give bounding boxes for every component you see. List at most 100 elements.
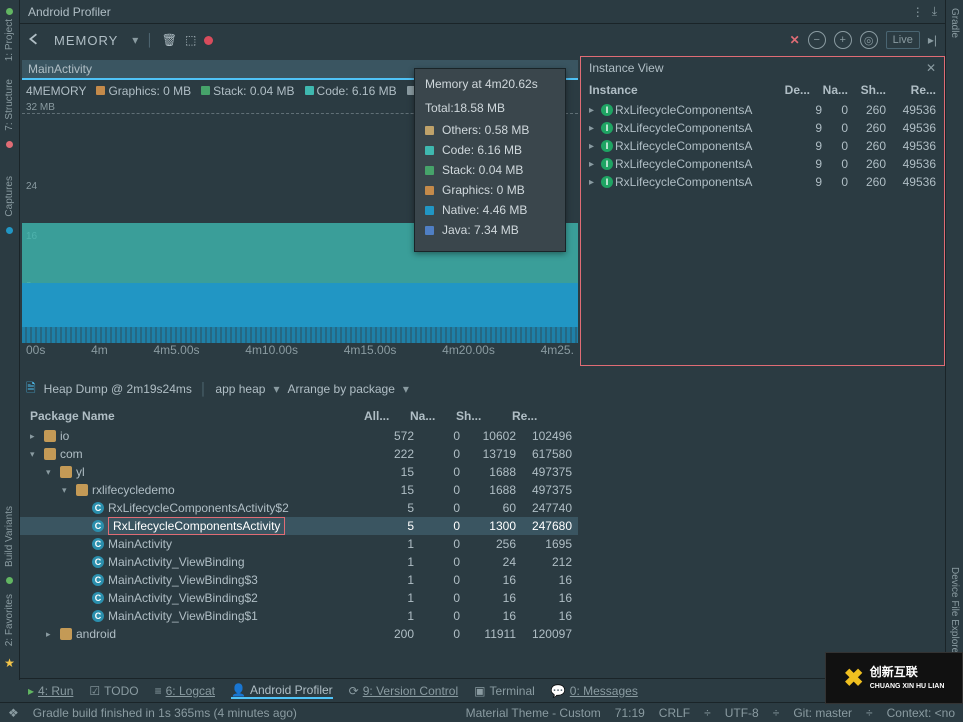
status-crlf[interactable]: CRLF: [659, 706, 690, 720]
tooltip-total: Total:18.58 MB: [425, 101, 555, 115]
status-theme[interactable]: Material Theme - Custom: [466, 706, 601, 720]
structure-tab[interactable]: 7: Structure: [4, 79, 15, 131]
status-encoding[interactable]: UTF-8: [725, 706, 759, 720]
heap-selector[interactable]: app heap: [215, 382, 265, 396]
zoom-out-button[interactable]: −: [808, 31, 826, 49]
file-icon: 🗎: [26, 379, 36, 400]
instance-row[interactable]: ▸IRxLifecycleComponentsA9026049536: [581, 137, 944, 155]
tooltip-row: Java: 7.34 MB: [425, 223, 555, 237]
build-variants-tab[interactable]: Build Variants: [4, 506, 15, 567]
package-icon: [44, 448, 56, 460]
bottom-tabs: ▸4: Run ☑TODO ≡6: Logcat 👤Android Profil…: [20, 678, 945, 702]
class-icon: C: [92, 538, 104, 550]
instance-row[interactable]: ▸IRxLifecycleComponentsA9026049536: [581, 173, 944, 191]
memory-label[interactable]: MEMORY: [48, 33, 124, 48]
chevron-down-icon[interactable]: ▾: [132, 33, 138, 47]
heap-row[interactable]: CMainActivity_ViewBinding1024212: [20, 553, 578, 571]
heap-row[interactable]: ▸android200011911120097: [20, 625, 578, 643]
instance-view-panel: Instance View ✕ Instance De... Na... Sh.…: [580, 56, 945, 366]
package-icon: [76, 484, 88, 496]
tab-todo[interactable]: ☑TODO: [89, 684, 138, 698]
legend-graphics: Graphics: 0 MB: [108, 84, 191, 98]
memory-tooltip: Memory at 4m20.62s Total:18.58 MB Others…: [414, 68, 566, 252]
heap-row[interactable]: ▾yl1501688497375: [20, 463, 578, 481]
sidebar-right: Gradle Device File Explorer: [945, 0, 963, 722]
tooltip-row: Native: 4.46 MB: [425, 203, 555, 217]
profiler-toolbar: MEMORY ▾ │ 🗑 ⬚ ✕ − + ◎ Live ▸|: [20, 24, 945, 56]
project-icon: [6, 8, 13, 15]
class-icon: C: [92, 610, 104, 622]
package-icon: [60, 466, 72, 478]
more-icon[interactable]: ⋮: [912, 5, 924, 19]
heap-row[interactable]: CMainActivity_ViewBinding$1101616: [20, 607, 578, 625]
window-header: Android Profiler ⋮ ⤓: [20, 0, 945, 24]
status-context[interactable]: Context: <no: [887, 706, 955, 720]
tooltip-row: Code: 6.16 MB: [425, 143, 555, 157]
instance-header: Instance De... Na... Sh... Re...: [581, 79, 944, 101]
back-button[interactable]: [28, 33, 40, 48]
instance-row[interactable]: ▸IRxLifecycleComponentsA9026049536: [581, 155, 944, 173]
close-icon[interactable]: ✕: [926, 61, 936, 75]
trash-icon[interactable]: 🗑: [162, 33, 177, 47]
heap-row[interactable]: ▸io572010602102496: [20, 427, 578, 445]
instance-row[interactable]: ▸IRxLifecycleComponentsA9026049536: [581, 119, 944, 137]
structure-icon: [6, 141, 13, 148]
go-live-button[interactable]: ▸|: [928, 33, 937, 47]
tab-run[interactable]: ▸4: Run: [28, 684, 73, 698]
logo-icon: ✖: [844, 664, 864, 693]
reset-zoom-button[interactable]: ◎: [860, 31, 878, 49]
legend-code: Code: 6.16 MB: [317, 84, 397, 98]
tab-messages[interactable]: 💬0: Messages: [551, 684, 638, 698]
export-icon[interactable]: ⬚: [185, 33, 196, 47]
captures-tab[interactable]: Captures: [4, 176, 15, 217]
tooltip-row: Stack: 0.04 MB: [425, 163, 555, 177]
tab-terminal[interactable]: ▣Terminal: [474, 684, 535, 698]
download-icon[interactable]: ⤓: [932, 4, 937, 19]
sidebar-left: 1: Project 7: Structure Captures Build V…: [0, 0, 20, 680]
tab-logcat[interactable]: ≡6: Logcat: [155, 684, 215, 698]
heap-row[interactable]: CMainActivity_ViewBinding$3101616: [20, 571, 578, 589]
class-icon: C: [92, 520, 104, 532]
status-git[interactable]: Git: master: [793, 706, 852, 720]
class-icon: C: [92, 556, 104, 568]
chevron-down-icon[interactable]: ▾: [273, 382, 279, 396]
status-position[interactable]: 71:19: [615, 706, 645, 720]
live-toggle[interactable]: Live: [886, 31, 920, 49]
x-axis: 00s4m4m5.00s4m10.00s4m15.00s4m20.00s4m25…: [22, 343, 578, 357]
zoom-in-button[interactable]: +: [834, 31, 852, 49]
device-explorer-tab[interactable]: Device File Explorer: [949, 567, 960, 656]
tooltip-row: Graphics: 0 MB: [425, 183, 555, 197]
watermark-logo: ✖ 创新互联CHUANG XIN HU LIAN: [825, 652, 963, 704]
legend-total: 4MEMORY: [26, 84, 86, 98]
project-tab[interactable]: 1: Project: [4, 19, 15, 61]
tab-vcs[interactable]: ⟳9: Version Control: [349, 684, 458, 698]
chevron-down-icon[interactable]: ▾: [403, 382, 409, 396]
layers-icon[interactable]: ❖: [8, 706, 19, 720]
captures-icon: [6, 227, 13, 234]
status-message: Gradle build finished in 1s 365ms (4 min…: [33, 706, 297, 720]
build-icon: [6, 577, 13, 584]
arrange-selector[interactable]: Arrange by package: [288, 382, 395, 396]
heap-row[interactable]: ▾com222013719617580: [20, 445, 578, 463]
package-icon: [60, 628, 72, 640]
instance-row[interactable]: ▸IRxLifecycleComponentsA9026049536: [581, 101, 944, 119]
heap-row[interactable]: CMainActivity_ViewBinding$2101616: [20, 589, 578, 607]
heap-row[interactable]: CMainActivity102561695: [20, 535, 578, 553]
close-session-button[interactable]: ✕: [790, 33, 800, 47]
heap-toolbar: 🗎 Heap Dump @ 2m19s24ms │ app heap ▾ Arr…: [20, 375, 575, 403]
legend-stack: Stack: 0.04 MB: [213, 84, 294, 98]
window-title: Android Profiler: [28, 5, 904, 19]
tab-profiler[interactable]: 👤Android Profiler: [231, 683, 333, 699]
class-icon: C: [92, 502, 104, 514]
gradle-tab[interactable]: Gradle: [949, 8, 960, 38]
favorites-tab[interactable]: 2: Favorites: [4, 594, 15, 646]
heap-row[interactable]: CRxLifecycleComponentsActivity5013002476…: [20, 517, 578, 535]
star-icon: ★: [4, 656, 15, 670]
tooltip-row: Others: 0.58 MB: [425, 123, 555, 137]
record-button[interactable]: [204, 36, 213, 45]
instance-view-title: Instance View: [589, 61, 664, 75]
heap-row[interactable]: CRxLifecycleComponentsActivity$250602477…: [20, 499, 578, 517]
heap-row[interactable]: ▾rxlifecycledemo1501688497375: [20, 481, 578, 499]
heap-table-header: Package Name All... Na... Sh... Re...: [20, 405, 578, 427]
class-icon: C: [92, 592, 104, 604]
